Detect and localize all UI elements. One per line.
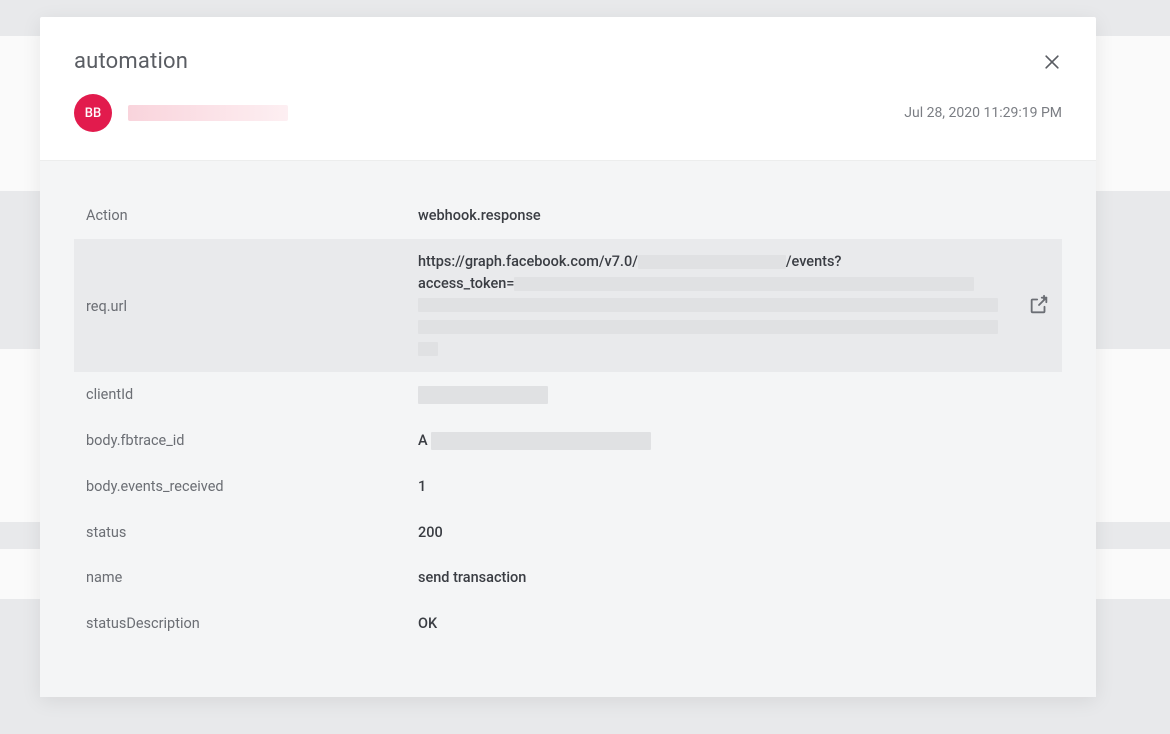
open-external-icon[interactable] xyxy=(1028,294,1050,316)
redacted-segment xyxy=(418,342,438,356)
url-part: https://graph.facebook.com/v7.0/ xyxy=(418,253,638,270)
log-detail-modal: automation BB Jul 28, 2020 11:29:19 PM A… xyxy=(40,17,1096,697)
url-part: /events? xyxy=(786,253,842,270)
avatar: BB xyxy=(74,94,112,132)
timestamp: Jul 28, 2020 11:29:19 PM xyxy=(904,105,1062,121)
detail-row-action: Action webhook.response xyxy=(74,193,1062,239)
redacted-segment xyxy=(638,255,786,269)
detail-value: webhook.response xyxy=(418,205,1050,227)
detail-value: OK xyxy=(418,613,1050,635)
detail-row-status: status 200 xyxy=(74,510,1062,556)
detail-label: Action xyxy=(86,205,418,224)
detail-row-clientid: clientId xyxy=(74,372,1062,418)
detail-row-req-url: req.url https://graph.facebook.com/v7.0/… xyxy=(74,239,1062,372)
redacted-segment xyxy=(418,320,998,334)
detail-label: body.fbtrace_id xyxy=(86,430,418,449)
redacted-user-name xyxy=(128,105,288,121)
modal-header: automation BB Jul 28, 2020 11:29:19 PM xyxy=(40,17,1096,161)
close-button[interactable] xyxy=(1042,52,1062,72)
detail-value: 200 xyxy=(418,522,1050,544)
redacted-segment xyxy=(418,298,998,312)
modal-body: Action webhook.response req.url https://… xyxy=(40,161,1096,697)
redacted-value xyxy=(431,432,651,450)
detail-label: body.events_received xyxy=(86,476,418,495)
detail-label: status xyxy=(86,522,418,541)
detail-label: statusDescription xyxy=(86,613,418,632)
modal-title: automation xyxy=(74,49,188,74)
detail-value: 1 xyxy=(418,476,1050,498)
redacted-value xyxy=(418,386,548,404)
url-part: access_token= xyxy=(418,275,514,292)
detail-table: Action webhook.response req.url https://… xyxy=(74,193,1062,647)
detail-row-name: name send transaction xyxy=(74,555,1062,601)
detail-value xyxy=(418,384,1050,406)
detail-label: name xyxy=(86,567,418,586)
redacted-segment xyxy=(514,277,974,291)
detail-value: send transaction xyxy=(418,567,1050,589)
detail-label: clientId xyxy=(86,384,418,403)
detail-row-statusdescription: statusDescription OK xyxy=(74,601,1062,647)
value-prefix: A xyxy=(418,432,428,449)
detail-value: https://graph.facebook.com/v7.0/ /events?… xyxy=(418,251,1050,360)
detail-row-fbtrace: body.fbtrace_id A xyxy=(74,418,1062,464)
detail-value: A xyxy=(418,430,1050,452)
detail-label: req.url xyxy=(86,296,418,315)
detail-row-events-received: body.events_received 1 xyxy=(74,464,1062,510)
